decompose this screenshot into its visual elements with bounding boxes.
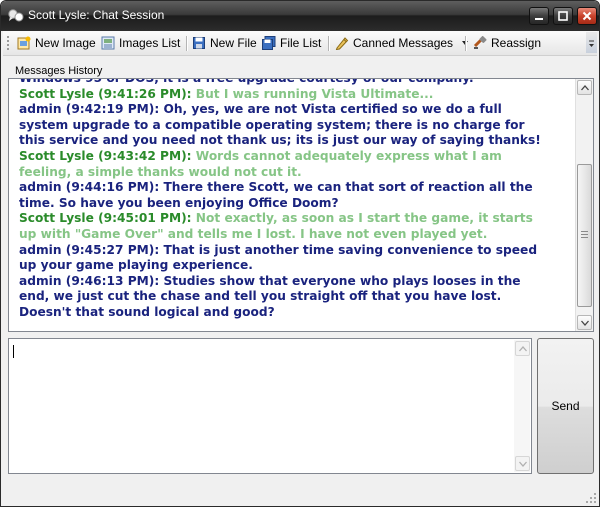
reassign-label: Reassign xyxy=(491,36,542,50)
message-sender: Scott Lysle (9:45:01 PM): xyxy=(19,211,192,226)
new-image-button[interactable]: New Image xyxy=(17,34,96,52)
new-file-button[interactable]: New File xyxy=(192,34,257,52)
chat-message-line: Scott Lysle (9:45:01 PM): Not exactly, a… xyxy=(19,211,574,227)
message-text: But I was running Vista Ultimate... xyxy=(191,86,434,101)
reassign-icon xyxy=(473,36,487,49)
chat-message-line: up with "Game Over" and tells me I lost.… xyxy=(19,227,574,243)
toolbar-grip[interactable] xyxy=(7,36,12,50)
message-text: Not exactly, as soon as I start the game… xyxy=(191,211,533,226)
file-list-icon xyxy=(262,36,276,50)
message-text: end, we just cut the chase and tell you … xyxy=(19,289,502,304)
message-text: Studies show that everyone who plays loo… xyxy=(159,273,521,288)
new-image-label: New Image xyxy=(35,36,96,50)
message-sender: admin (9:46:13 PM): xyxy=(19,273,160,288)
window-title: Scott Lysle: Chat Session xyxy=(28,8,165,22)
text-caret xyxy=(13,345,14,358)
images-list-icon xyxy=(101,36,115,50)
scroll-down-button[interactable] xyxy=(577,315,592,330)
message-text: up your game playing experience. xyxy=(19,258,253,273)
canned-messages-label: Canned Messages xyxy=(353,36,454,50)
resize-grip-icon[interactable] xyxy=(585,492,597,504)
message-text: Doesn't that sound logical and good? xyxy=(19,304,275,319)
message-text: There there Scott, we can that sort of r… xyxy=(159,180,533,195)
toolbar-separator xyxy=(186,36,188,51)
minimize-icon xyxy=(535,18,543,20)
arrow-down-icon xyxy=(581,320,589,326)
message-text: time. So have you been enjoying Office D… xyxy=(19,195,339,210)
chat-message-line: admin (9:42:19 PM): Oh, yes, we are not … xyxy=(19,102,574,118)
input-scroll-up-button[interactable] xyxy=(515,341,530,356)
title-bar[interactable]: Scott Lysle: Chat Session xyxy=(1,1,599,31)
messages-history-label: Messages History xyxy=(15,65,103,77)
chat-message-line: system upgrade to a compatible operating… xyxy=(19,118,574,134)
images-list-button[interactable]: Images List xyxy=(101,34,180,52)
canned-messages-icon xyxy=(335,37,349,50)
messages-history-content: Windows 95 or DOS, it is a free upgrade … xyxy=(19,78,574,321)
chat-message-line: admin (9:44:16 PM): There there Scott, w… xyxy=(19,180,574,196)
message-sender: Scott Lysle (9:41:26 PM): xyxy=(19,86,192,101)
chat-message-line: end, we just cut the chase and tell you … xyxy=(19,289,574,305)
messages-history-box[interactable]: Windows 95 or DOS, it is a free upgrade … xyxy=(8,78,594,332)
arrow-up-icon xyxy=(519,346,527,352)
chat-message-line: time. So have you been enjoying Office D… xyxy=(19,196,574,212)
status-bar xyxy=(1,480,599,506)
minimize-button[interactable] xyxy=(529,7,549,25)
toolbar-separator xyxy=(328,36,330,51)
new-file-label: New File xyxy=(210,36,257,50)
overflow-chevron-icon xyxy=(589,40,594,47)
toolbar-separator xyxy=(465,36,467,51)
toolbar-overflow-button[interactable] xyxy=(586,32,597,53)
send-button[interactable]: Send xyxy=(537,338,594,474)
message-text: Oh, yes, we are not Vista certified so w… xyxy=(159,102,502,117)
message-text: Windows 95 or DOS, it is a free upgrade … xyxy=(19,78,474,85)
message-text: up with "Game Over" and tells me I lost.… xyxy=(19,226,488,241)
message-sender: Scott Lysle (9:43:42 PM): xyxy=(19,148,192,163)
input-scroll-down-button[interactable] xyxy=(515,456,530,471)
arrow-down-icon xyxy=(519,461,527,467)
chat-session-window: Scott Lysle: Chat Session New Image Imag… xyxy=(0,0,600,507)
chat-message-line: up your game playing experience. xyxy=(19,258,574,274)
message-sender: admin (9:44:16 PM): xyxy=(19,180,160,195)
message-input[interactable] xyxy=(8,338,532,474)
chat-message-line: admin (9:45:27 PM): That is just another… xyxy=(19,243,574,259)
chat-message-line: feeling, a simple thanks would not cut i… xyxy=(19,165,574,181)
scroll-thumb[interactable] xyxy=(577,164,592,307)
message-text: feeling, a simple thanks would not cut i… xyxy=(19,164,302,179)
chat-message-line: Windows 95 or DOS, it is a free upgrade … xyxy=(19,78,574,87)
new-file-icon xyxy=(193,37,205,49)
reassign-button[interactable]: Reassign xyxy=(473,34,541,52)
thumb-grip-line xyxy=(581,237,588,238)
new-image-icon xyxy=(17,36,31,50)
close-icon xyxy=(582,11,592,21)
chat-app-icon xyxy=(8,9,24,22)
file-list-button[interactable]: File List xyxy=(262,34,321,52)
history-scrollbar[interactable] xyxy=(575,79,593,331)
chat-message-line: this service and you need not thank us; … xyxy=(19,133,574,149)
maximize-button[interactable] xyxy=(553,7,573,25)
images-list-label: Images List xyxy=(119,36,181,50)
scroll-up-button[interactable] xyxy=(577,80,592,95)
input-scrollbar[interactable] xyxy=(514,340,530,472)
close-button[interactable] xyxy=(577,7,597,25)
message-sender: admin (9:42:19 PM): xyxy=(19,102,160,117)
chat-message-line: Scott Lysle (9:43:42 PM): Words cannot a… xyxy=(19,149,574,165)
message-sender: admin (9:45:27 PM): xyxy=(19,242,160,257)
message-text: system upgrade to a compatible operating… xyxy=(19,117,525,132)
toolbar: New Image Images List New File File List xyxy=(3,31,597,56)
chat-message-line: Doesn't that sound logical and good? xyxy=(19,305,574,321)
chat-message-line: Scott Lysle (9:41:26 PM): But I was runn… xyxy=(19,87,574,103)
message-text: Words cannot adequately express what I a… xyxy=(191,148,502,163)
arrow-up-icon xyxy=(581,85,589,91)
canned-messages-dropdown[interactable]: Canned Messages xyxy=(335,34,474,52)
file-list-label: File List xyxy=(280,36,322,50)
thumb-grip-line xyxy=(581,231,588,232)
message-text: this service and you need not thank us; … xyxy=(19,133,541,148)
message-text: That is just another time saving conveni… xyxy=(159,242,538,257)
maximize-icon xyxy=(558,11,568,21)
chat-message-line: admin (9:46:13 PM): Studies show that ev… xyxy=(19,274,574,290)
thumb-grip-line xyxy=(581,234,588,235)
